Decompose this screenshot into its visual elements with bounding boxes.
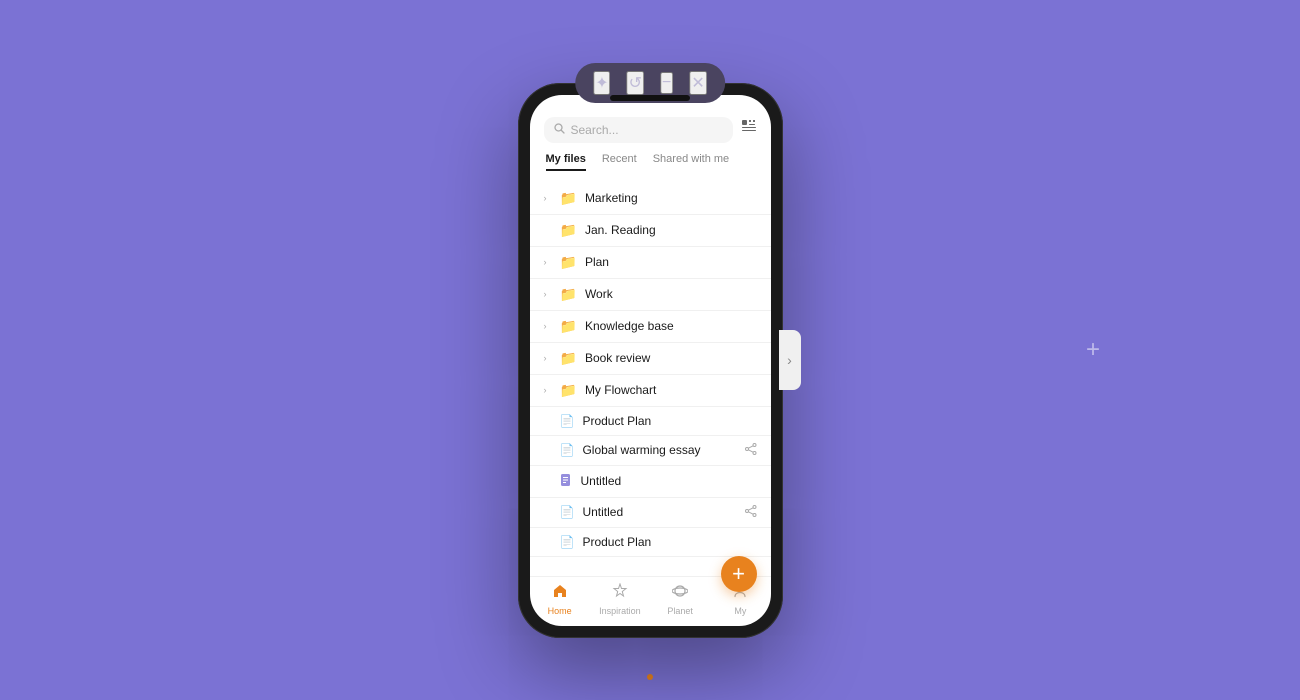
list-item[interactable]: 📄 Product Plan	[530, 407, 771, 436]
search-input-wrap[interactable]: Search...	[544, 117, 733, 143]
inspiration-icon	[612, 583, 628, 604]
file-name: Untitled	[582, 505, 736, 519]
doc-icon: 📄	[560, 505, 575, 519]
list-item[interactable]: › 📁 Knowledge base	[530, 311, 771, 343]
list-item[interactable]: Untitled	[530, 466, 771, 498]
file-name: Product Plan	[582, 414, 756, 428]
tabs-container: My files Recent Shared with me	[544, 153, 757, 171]
chevron-icon: ›	[544, 257, 552, 267]
file-name: Book review	[585, 351, 757, 365]
chevron-icon: ›	[544, 193, 552, 203]
close-button[interactable]: ✕	[689, 71, 706, 95]
list-item[interactable]: › 📁 Plan	[530, 247, 771, 279]
tab-shared[interactable]: Shared with me	[653, 153, 729, 171]
nav-label-inspiration: Inspiration	[599, 606, 641, 616]
phone-notch	[610, 95, 690, 101]
folder-icon: 📁	[560, 190, 577, 207]
nav-label-planet: Planet	[667, 606, 693, 616]
file-name: Plan	[585, 255, 757, 269]
file-name: Product Plan	[582, 535, 756, 549]
nav-label-my: My	[734, 606, 746, 616]
side-panel[interactable]: ›	[779, 330, 801, 390]
grid-icon[interactable]	[741, 119, 757, 140]
chevron-icon: ›	[544, 353, 552, 363]
share-icon	[745, 443, 757, 458]
file-name: Global warming essay	[582, 443, 736, 457]
list-item[interactable]: 📄 Untitled	[530, 498, 771, 528]
minimize-button[interactable]: −	[660, 72, 673, 94]
doc-blue-icon	[560, 473, 573, 490]
search-bar: Search...	[544, 117, 757, 143]
file-list: › 📁 Marketing 📁 Jan. Reading › 📁 Plan › …	[530, 179, 771, 576]
nav-label-home: Home	[548, 606, 572, 616]
file-name: My Flowchart	[585, 383, 757, 397]
share-icon	[745, 505, 757, 520]
file-name: Work	[585, 287, 757, 301]
tab-recent[interactable]: Recent	[602, 153, 637, 171]
home-icon	[552, 583, 568, 604]
folder-icon: 📁	[560, 286, 577, 303]
list-item[interactable]: › 📁 My Flowchart	[530, 375, 771, 407]
list-item[interactable]: 📄 Global warming essay	[530, 436, 771, 466]
nav-item-home[interactable]: Home	[530, 583, 590, 616]
doc-icon: 📄	[560, 535, 575, 549]
file-name: Jan. Reading	[585, 223, 757, 237]
chevron-icon: ›	[544, 321, 552, 331]
refresh-button[interactable]: ↺	[627, 71, 644, 95]
screen-header: Search... My files Recent Shared wi	[530, 95, 771, 179]
folder-icon: 📁	[560, 318, 577, 335]
chevron-icon: ›	[544, 289, 552, 299]
folder-icon: 📁	[560, 254, 577, 271]
star-button[interactable]: ✦	[593, 71, 610, 95]
phone-frame: › Search...	[518, 83, 783, 638]
folder-icon: 📁	[560, 382, 577, 399]
file-name: Untitled	[581, 474, 757, 488]
list-item[interactable]: 📄 Product Plan	[530, 528, 771, 557]
doc-icon: 📄	[560, 414, 575, 428]
folder-icon: 📁	[560, 350, 577, 367]
list-item[interactable]: › 📁 Book review	[530, 343, 771, 375]
background-plus-icon: +	[1086, 338, 1100, 362]
add-fab-button[interactable]: +	[721, 556, 757, 592]
list-item[interactable]: › 📁 Marketing	[530, 183, 771, 215]
list-item[interactable]: 📁 Jan. Reading	[530, 215, 771, 247]
phone-screen: Search... My files Recent Shared wi	[530, 95, 771, 626]
planet-icon	[672, 583, 688, 604]
folder-icon: 📁	[560, 222, 577, 239]
nav-item-inspiration[interactable]: Inspiration	[590, 583, 650, 616]
tab-my-files[interactable]: My files	[546, 153, 586, 171]
file-name: Knowledge base	[585, 319, 757, 333]
chevron-icon: ›	[544, 385, 552, 395]
nav-item-planet[interactable]: Planet	[650, 583, 710, 616]
file-name: Marketing	[585, 191, 757, 205]
doc-icon: 📄	[560, 443, 575, 457]
list-item[interactable]: › 📁 Work	[530, 279, 771, 311]
search-icon	[554, 123, 565, 137]
search-placeholder: Search...	[571, 123, 619, 137]
background-dot	[647, 674, 653, 680]
